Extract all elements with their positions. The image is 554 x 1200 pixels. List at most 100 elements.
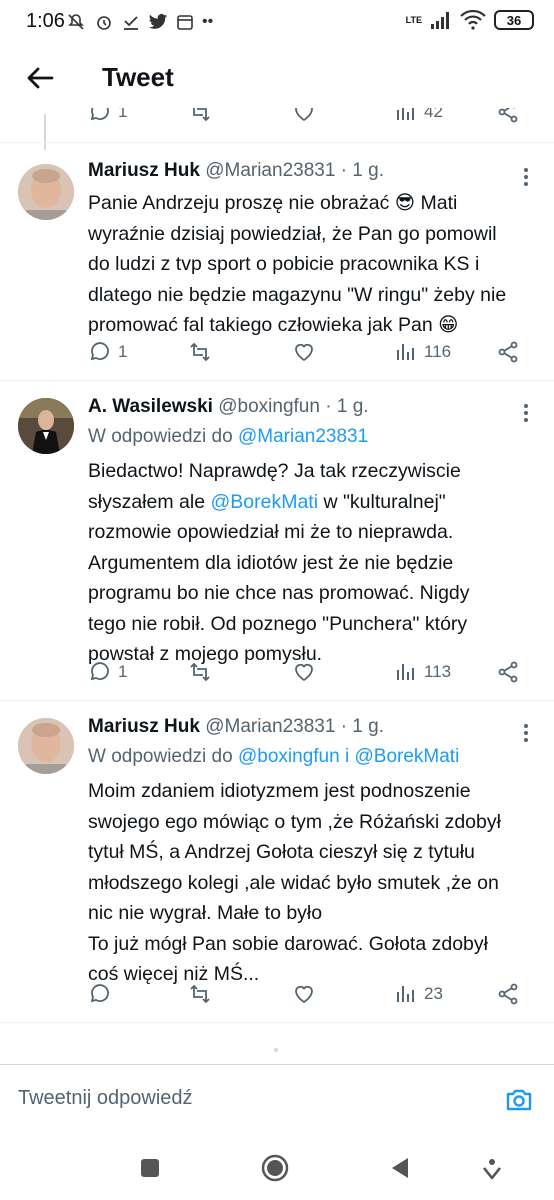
author-name[interactable]: Mariusz Huk <box>88 716 200 737</box>
author-name[interactable]: Mariusz Huk <box>88 160 200 181</box>
views-button[interactable]: 113 <box>394 660 451 684</box>
tweet-text-line: Panie Andrzeju proszę nie obrażać 😎 Mati <box>88 192 458 214</box>
like-button[interactable] <box>292 660 316 684</box>
reply-button[interactable] <box>88 982 118 1006</box>
tweet-text-line: wyraźnie dzisiaj powiedział, że Pan go p… <box>88 222 497 245</box>
reply-icon <box>90 108 109 121</box>
retweet-button[interactable] <box>188 982 212 1006</box>
recents-square-icon <box>141 1159 159 1177</box>
views-bar-chart-icon <box>397 664 414 680</box>
tweet-time[interactable]: 1 g. <box>352 716 384 737</box>
tweet-time[interactable]: 1 g. <box>352 160 384 181</box>
recents-button[interactable] <box>132 1150 168 1186</box>
heart-icon <box>295 108 313 122</box>
back-arrow-icon[interactable] <box>24 62 56 94</box>
reply-input[interactable]: Tweetnij odpowiedź <box>18 1087 193 1110</box>
tweet[interactable]: A. Wasilewski @boxingfun · 1 g. W odpowi… <box>0 396 554 696</box>
calendar-icon <box>177 15 193 30</box>
retweet-button[interactable] <box>188 660 212 684</box>
reply-button[interactable]: 1 <box>88 660 127 684</box>
scroll-indicator-dot <box>274 1048 278 1052</box>
views-button[interactable]: 42 <box>394 108 443 124</box>
tweet-text-line: słyszałem ale @BorekMati w "kulturalnej" <box>88 490 446 513</box>
more-options-icon[interactable] <box>522 722 530 744</box>
reply-button[interactable]: 1 <box>88 340 127 364</box>
network-type: LTE <box>405 14 422 25</box>
mention-link[interactable]: @boxingfun i @BorekMati <box>238 746 459 767</box>
author-handle[interactable]: @Marian23831 <box>205 160 335 181</box>
views-count: 116 <box>424 342 452 361</box>
share-icon <box>498 983 518 1005</box>
wifi-icon <box>460 10 486 30</box>
tweet-header: A. Wasilewski @boxingfun · 1 g. <box>88 396 369 418</box>
views-button[interactable]: 23 <box>394 982 443 1006</box>
like-button[interactable] <box>292 340 316 364</box>
home-circle-icon <box>261 1154 289 1182</box>
reply-icon <box>90 662 109 681</box>
back-button[interactable] <box>382 1150 418 1186</box>
tweet-text-line: rozmowie opowiedział mi że to nieprawda. <box>88 521 454 543</box>
retweet-button[interactable] <box>188 108 212 124</box>
reply-count: 1 <box>118 108 128 121</box>
author-handle[interactable]: @boxingfun <box>218 396 320 417</box>
views-count: 23 <box>424 984 443 1003</box>
share-button[interactable] <box>496 982 520 1006</box>
tweet-actions: 1 113 <box>88 660 528 690</box>
tweet-header: Mariusz Huk @Marian23831 · 1 g. <box>88 716 384 738</box>
views-button[interactable]: 116 <box>394 340 451 364</box>
avatar[interactable] <box>18 718 74 774</box>
reply-icon <box>90 984 109 1003</box>
share-button[interactable] <box>496 660 520 684</box>
tweet[interactable]: Mariusz Huk @Marian23831 · 1 g. Panie An… <box>0 160 554 380</box>
avatar[interactable] <box>18 398 74 454</box>
twitter-bird-icon <box>148 14 168 29</box>
assistant-button[interactable] <box>474 1150 510 1186</box>
camera-icon[interactable] <box>504 1085 534 1115</box>
tweet-header: Mariusz Huk @Marian23831 · 1 g. <box>88 160 384 182</box>
tweet-text: Panie Andrzeju proszę nie obrażać 😎 Mati… <box>88 188 534 341</box>
status-bar: 1:06 •• LTE 36 <box>0 0 554 44</box>
app-header: Tweet <box>0 44 554 114</box>
heart-icon <box>295 985 313 1004</box>
battery-indicator: 36 <box>494 10 534 30</box>
separator-dot: · <box>340 716 348 737</box>
tweet-text: Moim zdaniem idiotyzmem jest podnoszenie… <box>88 776 534 990</box>
retweet-icon <box>190 984 210 1004</box>
tweet-text-line: nic nie wygrał. Małe to było <box>88 902 323 924</box>
home-button[interactable] <box>257 1150 293 1186</box>
reply-count: 1 <box>118 342 128 361</box>
author-handle[interactable]: @Marian23831 <box>205 716 335 737</box>
system-navigation-bar <box>0 1136 554 1200</box>
like-button[interactable] <box>292 982 316 1006</box>
like-button[interactable] <box>292 108 316 124</box>
author-name[interactable]: A. Wasilewski <box>88 396 213 417</box>
mention-link[interactable]: @BorekMati <box>210 491 318 513</box>
mention-link[interactable]: @Marian23831 <box>238 426 368 447</box>
avatar[interactable] <box>18 164 74 220</box>
back-triangle-icon <box>392 1158 408 1178</box>
reply-compose-bar[interactable]: Tweetnij odpowiedź <box>0 1064 554 1136</box>
tweet-text-line: tytuł MŚ, a Andrzej Gołota cieszył się z… <box>88 841 475 863</box>
reply-to-label: W odpowiedzi do <box>88 426 233 447</box>
tweet-time[interactable]: 1 g. <box>337 396 369 417</box>
share-button[interactable] <box>496 340 520 364</box>
reply-icon <box>90 342 109 361</box>
views-count: 113 <box>424 662 452 681</box>
heart-icon <box>295 343 313 362</box>
tweet-text-line: Moim zdaniem idiotyzmem jest podnoszenie <box>88 780 471 802</box>
share-button[interactable] <box>496 108 520 124</box>
tweet-text-line: swojego ego mówiąc o tym ,że Różański zd… <box>88 810 501 833</box>
tweet[interactable]: Mariusz Huk @Marian23831 · 1 g. W odpowi… <box>0 716 554 1026</box>
divider <box>0 700 554 701</box>
thread-connector <box>44 114 46 150</box>
reply-button[interactable]: 1 <box>88 108 127 124</box>
share-icon <box>498 108 518 123</box>
more-options-icon[interactable] <box>522 166 530 188</box>
tweet-actions: 1 116 <box>88 340 528 370</box>
separator-dot: · <box>340 160 348 181</box>
reply-context: W odpowiedzi do @boxingfun i @BorekMati <box>88 746 459 768</box>
more-options-icon[interactable] <box>522 402 530 424</box>
reply-count: 1 <box>118 662 128 681</box>
retweet-button[interactable] <box>188 340 212 364</box>
tweet-text: Biedactwo! Naprawdę? Ja tak rzeczywiscie… <box>88 456 534 670</box>
